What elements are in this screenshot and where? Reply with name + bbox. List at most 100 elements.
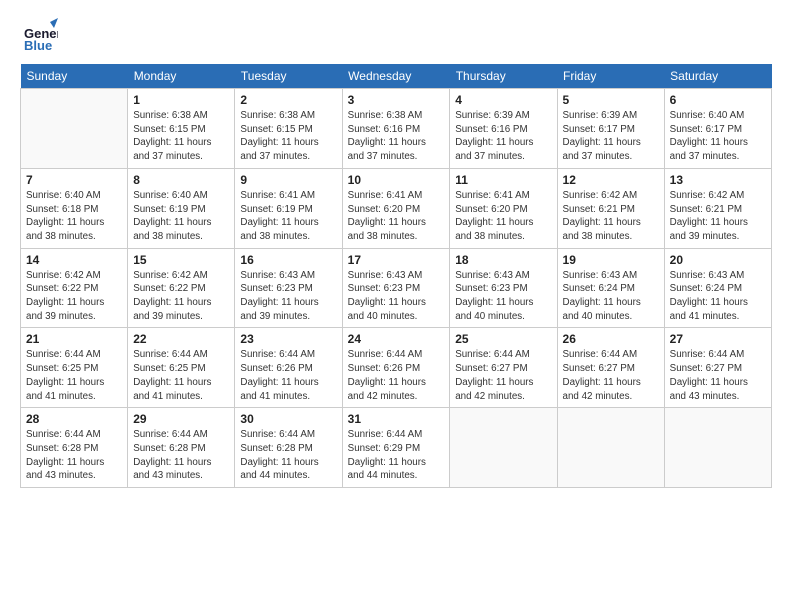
calendar-cell — [664, 408, 771, 488]
calendar-cell: 31 Sunrise: 6:44 AM Sunset: 6:29 PM Dayli… — [342, 408, 450, 488]
day-number: 25 — [455, 332, 551, 346]
calendar-cell: 8Sunrise: 6:40 AM Sunset: 6:19 PM Daylig… — [128, 168, 235, 248]
day-number: 10 — [348, 173, 445, 187]
day-info: Sunrise: 6:39 AM Sunset: 6:17 PM Dayligh… — [563, 109, 659, 164]
calendar-week-row: 1 Sunrise: 6:38 AM Sunset: 6:15 PM Daylig… — [21, 89, 772, 169]
page: General Blue SundayMondayTuesdayWednesda… — [0, 0, 792, 498]
day-info: Sunrise: 6:43 AM Sunset: 6:23 PM Dayligh… — [455, 269, 551, 324]
day-info: Sunrise: 6:44 AM Sunset: 6:26 PM Dayligh… — [240, 348, 336, 403]
day-number: 24 — [348, 332, 445, 346]
day-number: 2 — [240, 93, 336, 107]
day-info: Sunrise: 6:43 AM Sunset: 6:23 PM Dayligh… — [240, 269, 336, 324]
day-info: Sunrise: 6:44 AM Sunset: 6:28 PM Dayligh… — [26, 428, 122, 483]
calendar-cell: 21 Sunrise: 6:44 AM Sunset: 6:25 PM Dayli… — [21, 328, 128, 408]
day-info: Sunrise: 6:43 AM Sunset: 6:23 PM Dayligh… — [348, 269, 445, 324]
day-number: 31 — [348, 412, 445, 426]
day-number: 21 — [26, 332, 122, 346]
day-info: Sunrise: 6:44 AM Sunset: 6:27 PM Dayligh… — [455, 348, 551, 403]
day-number: 4 — [455, 93, 551, 107]
calendar-cell: 2 Sunrise: 6:38 AM Sunset: 6:15 PM Daylig… — [235, 89, 342, 169]
calendar-cell: 22 Sunrise: 6:44 AM Sunset: 6:25 PM Dayli… — [128, 328, 235, 408]
calendar-cell: 18 Sunrise: 6:43 AM Sunset: 6:23 PM Dayli… — [450, 248, 557, 328]
day-info: Sunrise: 6:42 AM Sunset: 6:22 PM Dayligh… — [133, 269, 229, 324]
day-number: 30 — [240, 412, 336, 426]
calendar-week-row: 28 Sunrise: 6:44 AM Sunset: 6:28 PM Dayli… — [21, 408, 772, 488]
day-info: Sunrise: 6:44 AM Sunset: 6:28 PM Dayligh… — [133, 428, 229, 483]
calendar-cell: 28 Sunrise: 6:44 AM Sunset: 6:28 PM Dayli… — [21, 408, 128, 488]
day-number: 3 — [348, 93, 445, 107]
day-info: Sunrise: 6:39 AM Sunset: 6:16 PM Dayligh… — [455, 109, 551, 164]
day-number: 12 — [563, 173, 659, 187]
day-number: 15 — [133, 253, 229, 267]
day-info: Sunrise: 6:44 AM Sunset: 6:27 PM Dayligh… — [563, 348, 659, 403]
weekday-header: Thursday — [450, 64, 557, 89]
calendar-cell: 14 Sunrise: 6:42 AM Sunset: 6:22 PM Dayli… — [21, 248, 128, 328]
calendar-cell: 26 Sunrise: 6:44 AM Sunset: 6:27 PM Dayli… — [557, 328, 664, 408]
day-info: Sunrise: 6:42 AM Sunset: 6:22 PM Dayligh… — [26, 269, 122, 324]
day-info: Sunrise: 6:38 AM Sunset: 6:15 PM Dayligh… — [240, 109, 336, 164]
day-number: 26 — [563, 332, 659, 346]
day-info: Sunrise: 6:44 AM Sunset: 6:29 PM Dayligh… — [348, 428, 445, 483]
day-number: 6 — [670, 93, 766, 107]
calendar-cell — [557, 408, 664, 488]
day-info: Sunrise: 6:40 AM Sunset: 6:17 PM Dayligh… — [670, 109, 766, 164]
calendar-week-row: 7Sunrise: 6:40 AM Sunset: 6:18 PM Daylig… — [21, 168, 772, 248]
day-info: Sunrise: 6:44 AM Sunset: 6:25 PM Dayligh… — [133, 348, 229, 403]
weekday-header: Saturday — [664, 64, 771, 89]
calendar-header-row: SundayMondayTuesdayWednesdayThursdayFrid… — [21, 64, 772, 89]
day-number: 18 — [455, 253, 551, 267]
day-info: Sunrise: 6:44 AM Sunset: 6:28 PM Dayligh… — [240, 428, 336, 483]
calendar-cell: 9Sunrise: 6:41 AM Sunset: 6:19 PM Daylig… — [235, 168, 342, 248]
weekday-header: Friday — [557, 64, 664, 89]
day-info: Sunrise: 6:41 AM Sunset: 6:20 PM Dayligh… — [348, 189, 445, 244]
day-number: 23 — [240, 332, 336, 346]
day-info: Sunrise: 6:42 AM Sunset: 6:21 PM Dayligh… — [670, 189, 766, 244]
calendar-cell: 20Sunrise: 6:43 AM Sunset: 6:24 PM Dayli… — [664, 248, 771, 328]
svg-text:Blue: Blue — [24, 38, 52, 53]
day-number: 7 — [26, 173, 122, 187]
day-number: 9 — [240, 173, 336, 187]
day-info: Sunrise: 6:41 AM Sunset: 6:20 PM Dayligh… — [455, 189, 551, 244]
calendar-cell: 27 Sunrise: 6:44 AM Sunset: 6:27 PM Dayli… — [664, 328, 771, 408]
calendar-cell: 12Sunrise: 6:42 AM Sunset: 6:21 PM Dayli… — [557, 168, 664, 248]
day-number: 29 — [133, 412, 229, 426]
header: General Blue — [20, 16, 772, 54]
day-number: 17 — [348, 253, 445, 267]
calendar-cell: 29 Sunrise: 6:44 AM Sunset: 6:28 PM Dayli… — [128, 408, 235, 488]
calendar-cell: 13Sunrise: 6:42 AM Sunset: 6:21 PM Dayli… — [664, 168, 771, 248]
calendar-cell: 5 Sunrise: 6:39 AM Sunset: 6:17 PM Daylig… — [557, 89, 664, 169]
day-info: Sunrise: 6:44 AM Sunset: 6:27 PM Dayligh… — [670, 348, 766, 403]
calendar-cell: 1 Sunrise: 6:38 AM Sunset: 6:15 PM Daylig… — [128, 89, 235, 169]
day-number: 14 — [26, 253, 122, 267]
day-number: 22 — [133, 332, 229, 346]
calendar-cell: 7Sunrise: 6:40 AM Sunset: 6:18 PM Daylig… — [21, 168, 128, 248]
calendar-cell: 23 Sunrise: 6:44 AM Sunset: 6:26 PM Dayli… — [235, 328, 342, 408]
calendar-cell: 4 Sunrise: 6:39 AM Sunset: 6:16 PM Daylig… — [450, 89, 557, 169]
calendar-cell — [21, 89, 128, 169]
day-number: 27 — [670, 332, 766, 346]
day-number: 20 — [670, 253, 766, 267]
calendar-cell: 25 Sunrise: 6:44 AM Sunset: 6:27 PM Dayli… — [450, 328, 557, 408]
calendar-cell: 6 Sunrise: 6:40 AM Sunset: 6:17 PM Daylig… — [664, 89, 771, 169]
logo-icon: General Blue — [20, 16, 58, 54]
day-number: 16 — [240, 253, 336, 267]
day-number: 1 — [133, 93, 229, 107]
day-info: Sunrise: 6:40 AM Sunset: 6:19 PM Dayligh… — [133, 189, 229, 244]
calendar-table: SundayMondayTuesdayWednesdayThursdayFrid… — [20, 64, 772, 488]
weekday-header: Tuesday — [235, 64, 342, 89]
calendar-week-row: 21 Sunrise: 6:44 AM Sunset: 6:25 PM Dayli… — [21, 328, 772, 408]
logo: General Blue — [20, 16, 58, 54]
weekday-header: Sunday — [21, 64, 128, 89]
day-number: 19 — [563, 253, 659, 267]
calendar-cell: 19Sunrise: 6:43 AM Sunset: 6:24 PM Dayli… — [557, 248, 664, 328]
calendar-cell: 30 Sunrise: 6:44 AM Sunset: 6:28 PM Dayli… — [235, 408, 342, 488]
weekday-header: Wednesday — [342, 64, 450, 89]
day-info: Sunrise: 6:38 AM Sunset: 6:16 PM Dayligh… — [348, 109, 445, 164]
calendar-cell: 24Sunrise: 6:44 AM Sunset: 6:26 PM Dayli… — [342, 328, 450, 408]
day-number: 5 — [563, 93, 659, 107]
day-number: 11 — [455, 173, 551, 187]
day-number: 28 — [26, 412, 122, 426]
calendar-cell: 17 Sunrise: 6:43 AM Sunset: 6:23 PM Dayli… — [342, 248, 450, 328]
day-info: Sunrise: 6:44 AM Sunset: 6:25 PM Dayligh… — [26, 348, 122, 403]
day-info: Sunrise: 6:38 AM Sunset: 6:15 PM Dayligh… — [133, 109, 229, 164]
